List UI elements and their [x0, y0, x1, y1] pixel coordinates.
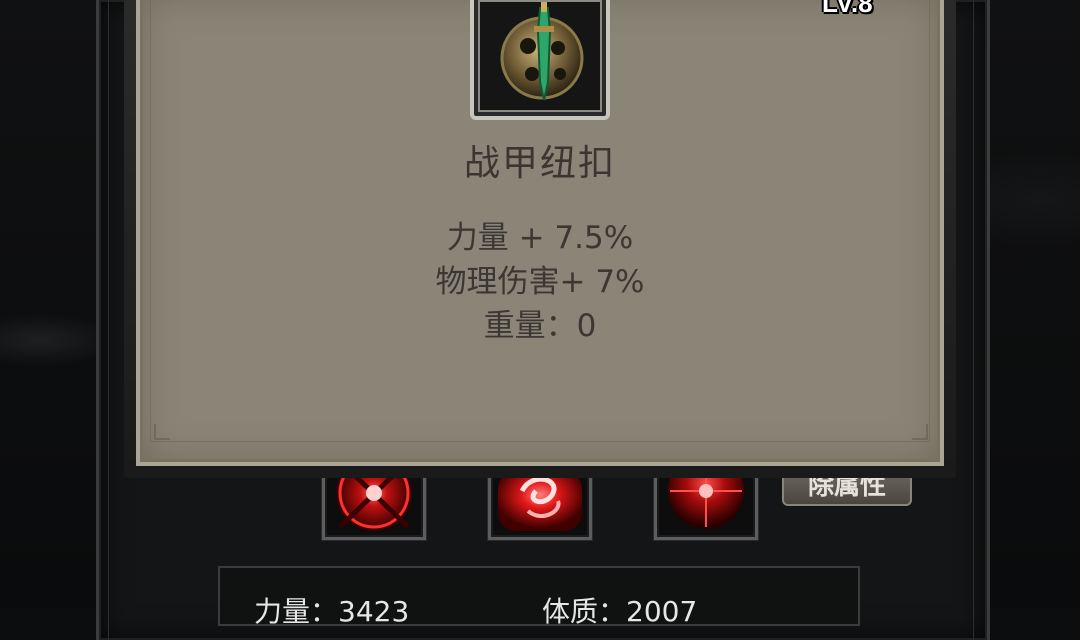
item-level: LV.8: [822, 0, 873, 18]
item-icon-frame: [470, 0, 610, 120]
item-attribute-line: 物理伤害+ 7%: [435, 264, 645, 300]
item-name: 战甲纽扣: [463, 143, 616, 184]
swirl-skill-icon: [498, 470, 582, 531]
crossed-blades-skill-icon: [336, 470, 412, 531]
armor-button-sword-icon: [500, 2, 584, 101]
stats-bar: 力量：3423 体质：2007: [218, 566, 860, 628]
skill-slot-1[interactable]: [322, 468, 426, 540]
item-attribute-line: 重量：0: [483, 308, 597, 344]
skill-slot-2[interactable]: [488, 468, 592, 540]
tooltip-corner-deco: [912, 424, 928, 440]
stat-constitution: 体质：2007: [542, 595, 698, 628]
stat-strength: 力量：3423: [254, 595, 410, 628]
target-skill-icon: [668, 470, 744, 529]
tooltip-corner-deco: [154, 424, 170, 440]
skill-slot-3[interactable]: [654, 468, 758, 540]
item-attribute-line: 力量 + 7.5%: [446, 220, 634, 256]
